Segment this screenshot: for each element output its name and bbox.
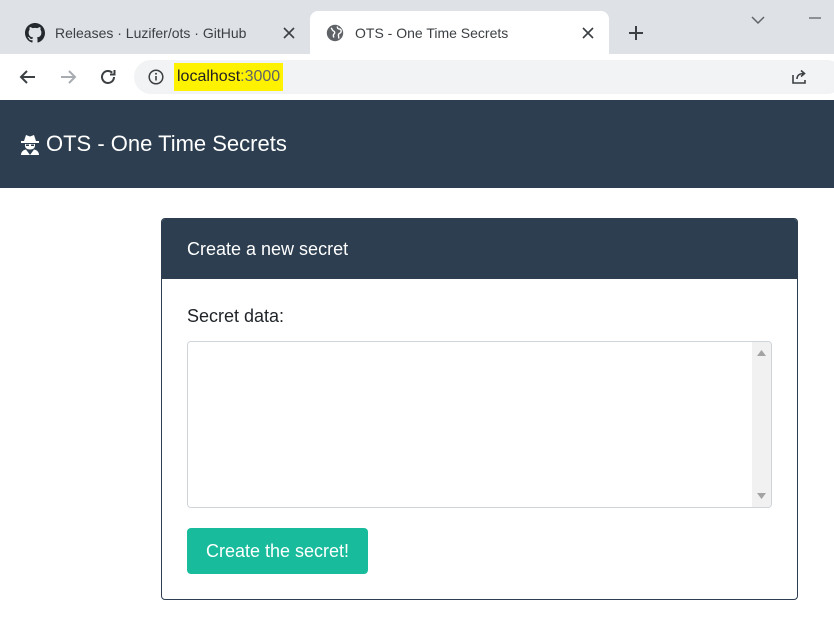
tab-title: OTS - One Time Secrets <box>355 24 509 41</box>
tab-title: Releases · Luzifer/ots · GitHub <box>55 24 247 41</box>
scroll-up-icon[interactable] <box>752 344 771 362</box>
reload-icon <box>101 70 116 84</box>
page-content: OTS - One Time Secrets Create a new secr… <box>0 100 834 642</box>
card-header: Create a new secret <box>162 219 797 279</box>
url-text[interactable]: localhost:3000 <box>174 63 284 91</box>
back-button[interactable] <box>14 63 42 91</box>
share-icon[interactable] <box>788 67 810 87</box>
url-host: localhost <box>177 68 241 85</box>
minimize-button[interactable] <box>800 8 830 28</box>
address-bar[interactable]: localhost:3000 <box>134 60 834 94</box>
secret-data-label: Secret data: <box>187 306 285 326</box>
forward-button[interactable] <box>54 63 82 91</box>
brand-title: OTS - One Time Secrets <box>46 131 287 156</box>
url-port: :3000 <box>240 68 281 85</box>
info-icon[interactable] <box>146 67 166 87</box>
reload-button[interactable] <box>94 63 122 91</box>
close-icon[interactable] <box>278 22 300 44</box>
textarea-scrollbar[interactable] <box>752 342 771 507</box>
navbar: OTS - One Time Secrets <box>0 100 834 188</box>
secret-data-input[interactable] <box>188 342 753 507</box>
new-tab-button[interactable] <box>622 19 650 47</box>
tab-github-releases[interactable]: Releases · Luzifer/ots · GitHub <box>10 11 310 54</box>
tab-strip: Releases · Luzifer/ots · GitHub OTS - On… <box>0 0 834 54</box>
github-icon <box>24 22 46 44</box>
scroll-down-icon[interactable] <box>752 487 771 505</box>
browser-window: Releases · Luzifer/ots · GitHub OTS - On… <box>0 0 834 642</box>
user-secret-icon <box>19 133 41 155</box>
browser-toolbar: localhost:3000 <box>0 54 834 100</box>
brand-link[interactable]: OTS - One Time Secrets <box>19 131 287 157</box>
globe-icon <box>324 22 346 44</box>
secret-data-field <box>187 341 772 508</box>
minimize-icon <box>809 17 821 19</box>
create-secret-card: Create a new secret Secret data: Create … <box>161 218 798 600</box>
arrow-right-icon <box>61 70 77 84</box>
tab-ots[interactable]: OTS - One Time Secrets <box>310 11 609 54</box>
chevron-down-icon <box>751 16 765 25</box>
close-icon[interactable] <box>577 22 599 44</box>
plus-icon <box>629 26 643 40</box>
arrow-left-icon <box>19 70 35 84</box>
tab-search-button[interactable] <box>746 10 770 30</box>
create-secret-button[interactable]: Create the secret! <box>187 528 368 574</box>
